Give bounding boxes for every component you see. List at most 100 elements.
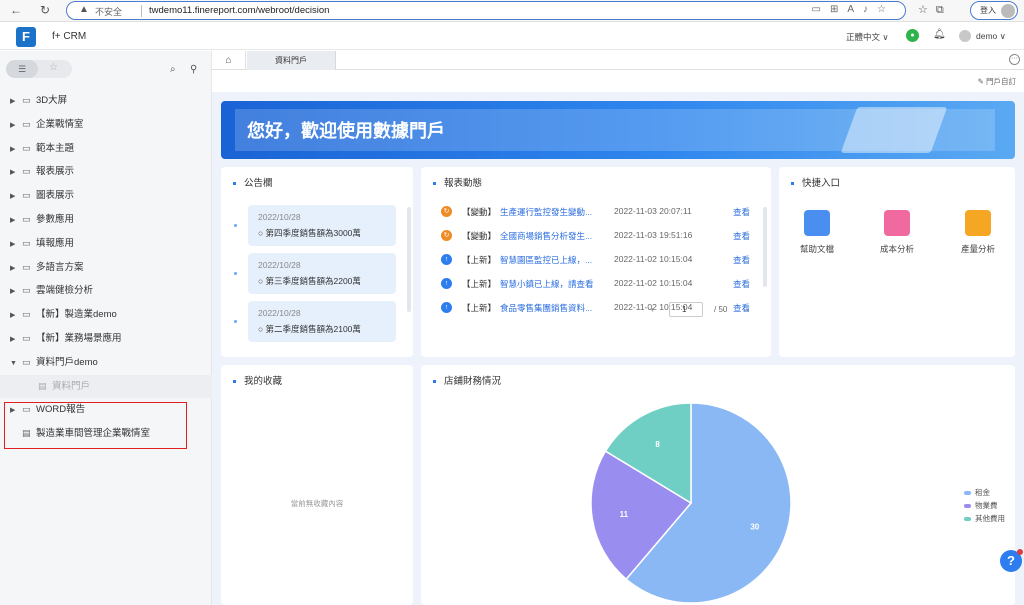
list-icon: ☰ — [17, 64, 27, 74]
sidebar-item[interactable]: ▶ ▭ 【新】製造業demo — [0, 303, 212, 327]
url-text[interactable]: twdemo11.finereport.com/webroot/decision — [149, 5, 329, 16]
sidebar-item[interactable]: ▶ ▭ 範本主題 — [0, 137, 212, 161]
output-analysis-icon — [965, 210, 991, 236]
pie-chart: 30 11 8 — [590, 402, 792, 604]
sidebar-item-label: 企業戰情室 — [36, 118, 84, 130]
sidebar-item[interactable]: ▶ ▭ 圖表展示 — [0, 184, 212, 208]
report-title-link[interactable]: 智慧園區監控已上線，... — [500, 254, 606, 266]
bell-icon[interactable]: 🔔︎ — [933, 29, 946, 40]
sidebar-item-label: 資料門戶demo — [36, 356, 98, 368]
report-row: ↑ 【上新】 智慧小鎮已上線，請查看 2022-11-02 10:15:04 查看 — [441, 275, 761, 295]
report-title-link[interactable]: 智慧小鎮已上線，請查看 — [500, 278, 606, 290]
browser-extensions-icon[interactable]: ☆⧉ — [918, 3, 952, 17]
cost-analysis-icon — [884, 210, 910, 236]
report-title-link[interactable]: 生產運行監控發生變動... — [500, 206, 606, 218]
folder-icon: ▭ — [22, 261, 31, 272]
arrow-up-icon: ↑ — [441, 278, 452, 289]
report-title-link[interactable]: 全國商場銷售分析發生... — [500, 230, 606, 242]
home-tab[interactable]: ⌂ — [212, 51, 246, 70]
quick-entry-label: 成本分析 — [879, 244, 914, 254]
view-link[interactable]: 查看 — [733, 254, 750, 266]
back-icon[interactable]: ← — [10, 3, 22, 17]
report-tag: 【上新】 — [462, 279, 497, 289]
folder-icon: ▭ — [22, 356, 31, 367]
report-tag: 【變動】 — [462, 207, 497, 217]
panel-title: 我的收藏 — [233, 373, 282, 387]
legend-swatch — [964, 517, 971, 522]
tab-bar: ⌂ 資料門戶 ··· — [212, 51, 1024, 70]
browser-login-button[interactable]: 登入 — [970, 1, 1018, 20]
report-row: ↑ 【上新】 食品零售集團銷售資料... 2022-11-02 10:15:04 查看 — [441, 299, 761, 319]
reload-icon[interactable]: ↻ — [40, 3, 50, 17]
prev-page-icon[interactable]: ‹ — [651, 305, 654, 314]
sidebar-item[interactable]: ▶ ▭ 多語言方案 — [0, 256, 212, 280]
announcement-card[interactable]: 2022/10/28 ○ 第三季度銷售額為2200萬 — [248, 253, 396, 294]
sidebar-item[interactable]: ▶ ▭ 報表展示 — [0, 160, 212, 184]
sidebar-item[interactable]: ▶ ▭ 雲端健檢分析 — [0, 279, 212, 303]
sidebar-item-label: 多語言方案 — [36, 261, 84, 273]
report-activity-panel: 報表動態 ↻ 【變動】 生產運行監控發生變動... 2022-11-03 20:07:… — [421, 167, 771, 357]
customize-portal-button[interactable]: ✎ 門戶自訂 — [978, 76, 1016, 87]
sidebar-subitem[interactable]: ▤ 資料門戶 — [0, 374, 212, 399]
announcement-card[interactable]: 2022/10/28 ○ 第四季度銷售額為3000萬 — [248, 205, 396, 246]
welcome-banner: 您好，歡迎使用數據門戶 — [221, 101, 1015, 159]
report-time: 2022-11-02 10:15:04 — [614, 278, 693, 288]
folder-icon: ▭ — [22, 166, 31, 177]
sidebar-item[interactable]: ▶ ▭ 企業戰情室 — [0, 113, 212, 137]
user-menu[interactable]: demo ∨ — [976, 31, 1006, 42]
more-icon[interactable]: ··· — [1009, 54, 1020, 65]
sidebar-item[interactable]: ▶ ▭ 3D大屏 — [0, 89, 212, 113]
tab-data-portal[interactable]: 資料門戶 — [247, 51, 336, 70]
view-link[interactable]: 查看 — [733, 278, 750, 290]
next-page-icon[interactable]: › — [746, 305, 749, 314]
refresh-icon: ↻ — [441, 230, 452, 241]
legend-item[interactable]: 租金 — [964, 487, 990, 498]
announcement-panel: 公告欄 2022/10/28 ○ 第四季度銷售額為3000萬 2022/10/28 ○… — [221, 167, 413, 357]
scrollbar[interactable] — [763, 207, 767, 287]
bullet-icon — [234, 272, 237, 275]
notification-status-icon[interactable]: ● — [906, 29, 919, 42]
list-view-tab[interactable]: ☰ — [6, 60, 38, 78]
bullet-icon — [234, 224, 237, 227]
announcement-card[interactable]: 2022/10/28 ○ 第二季度銷售額為2100萬 — [248, 301, 396, 342]
report-row: ↻ 【變動】 生產運行監控發生變動... 2022-11-03 20:07:11 查看 — [441, 203, 761, 223]
report-title-link[interactable]: 食品零售集團銷售資料... — [500, 302, 606, 314]
address-bar[interactable]: ▲ 不安全 twdemo11.finereport.com/webroot/de… — [66, 1, 906, 20]
pin-icon[interactable]: ⚲ — [190, 64, 197, 75]
language-label: 正體中文 — [846, 32, 881, 42]
sidebar-item[interactable]: ▶ ▭ 【新】業務場景應用 — [0, 327, 212, 351]
quick-entry-item[interactable]: 幫助文檔 — [786, 210, 848, 255]
legend-item[interactable]: 物業費 — [964, 500, 998, 511]
panel-title: 公告欄 — [233, 175, 273, 189]
favorites-tab-star-icon[interactable]: ☆ — [49, 62, 58, 73]
insecure-label: 不安全 — [95, 7, 123, 17]
scrollbar[interactable] — [407, 207, 411, 312]
page-input[interactable]: 1 — [669, 302, 703, 317]
user-avatar[interactable] — [959, 30, 971, 42]
quick-entry-item[interactable]: 成本分析 — [866, 210, 928, 255]
chevron-down-icon: ∨ — [999, 31, 1006, 41]
report-tag: 【上新】 — [462, 303, 497, 313]
view-link[interactable]: 查看 — [733, 230, 750, 242]
caret-down-icon: ▼ — [10, 359, 17, 367]
sidebar-item[interactable]: ▶ ▭ 參數應用 — [0, 208, 212, 232]
sidebar-item-label: 【新】業務場景應用 — [36, 332, 122, 344]
browser-toolbar: ← ↻ ▲ 不安全 twdemo11.finereport.com/webroo… — [0, 0, 1024, 22]
quick-entry-item[interactable]: 產量分析 — [947, 210, 1009, 255]
caret-right-icon: ▶ — [10, 121, 16, 129]
sidebar-item[interactable]: ▶ ▭ 填報應用 — [0, 232, 212, 256]
legend-item[interactable]: 其他費用 — [964, 513, 1005, 524]
address-divider — [141, 5, 142, 17]
search-icon[interactable]: ⌕ — [170, 64, 176, 75]
announcement-date: 2022/10/28 — [258, 212, 301, 222]
report-time: 2022-11-03 19:51:16 — [614, 230, 693, 240]
sidebar-item-label: 圖表展示 — [36, 190, 75, 202]
folder-icon: ▭ — [22, 142, 31, 153]
sidebar-item[interactable]: ▼ ▭ 資料門戶demo — [0, 351, 212, 375]
portal-content: 您好，歡迎使用數據門戶 公告欄 2022/10/28 ○ 第四季度銷售額為3000… — [212, 92, 1024, 605]
view-link[interactable]: 查看 — [733, 206, 750, 218]
language-select[interactable]: 正體中文 ∨ — [846, 31, 889, 43]
sidebar-item-label: 雲端健檢分析 — [36, 285, 94, 297]
address-bar-actions-icon[interactable]: ▭⊞A♪☆ — [812, 4, 895, 15]
announcement-date: 2022/10/28 — [258, 260, 301, 270]
